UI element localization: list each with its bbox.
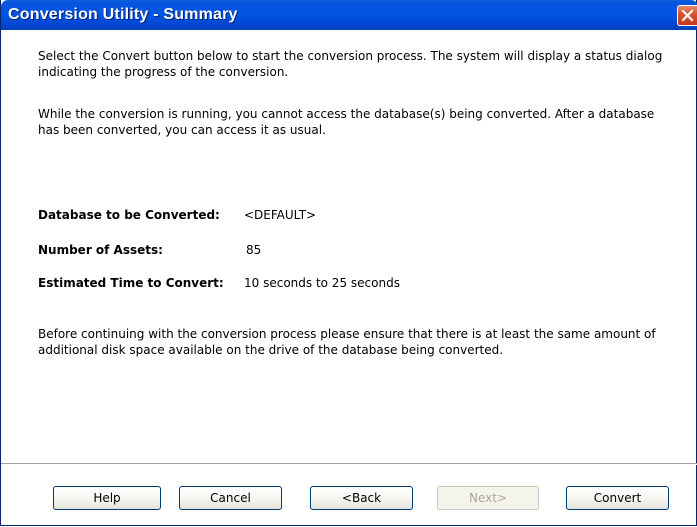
database-label: Database to be Converted:: [38, 208, 220, 222]
database-value: <DEFAULT>: [244, 208, 317, 222]
help-button[interactable]: Help: [53, 486, 161, 510]
assets-label: Number of Assets:: [38, 243, 163, 257]
window-title: Conversion Utility - Summary: [8, 6, 238, 23]
convert-button[interactable]: Convert: [566, 486, 669, 510]
next-button: Next>: [437, 486, 539, 510]
time-value: 10 seconds to 25 seconds: [244, 276, 400, 290]
intro-paragraph: Select the Convert button below to start…: [38, 49, 663, 79]
assets-value: 85: [246, 243, 262, 257]
time-label: Estimated Time to Convert:: [38, 276, 224, 290]
back-button[interactable]: <Back: [310, 486, 413, 510]
cancel-button[interactable]: Cancel: [179, 486, 282, 510]
title-bar[interactable]: Conversion Utility - Summary: [1, 0, 697, 30]
close-icon: [681, 9, 694, 22]
conversion-summary-dialog: Conversion Utility - Summary Select the …: [0, 0, 697, 526]
button-divider: [1, 463, 697, 465]
disk-space-paragraph: Before continuing with the conversion pr…: [38, 327, 656, 357]
summary-content: Select the Convert button below to start…: [1, 30, 697, 462]
running-paragraph: While the conversion is running, you can…: [38, 107, 655, 137]
close-button[interactable]: [677, 5, 697, 26]
